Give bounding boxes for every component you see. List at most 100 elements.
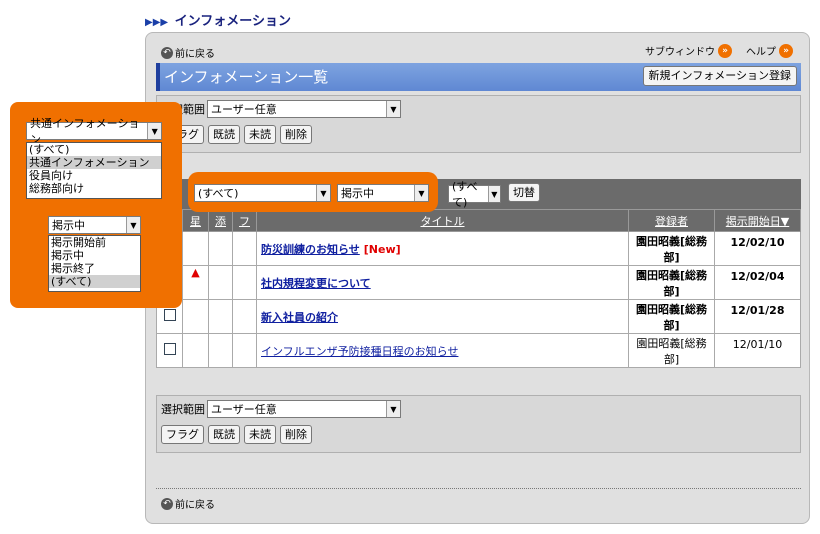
title-cell: 社内規程変更について <box>256 265 629 300</box>
information-title-link[interactable]: インフルエンザ予防接種日程のお知らせ <box>261 345 458 358</box>
delete-button[interactable]: 削除 <box>280 125 312 144</box>
col-start-date[interactable]: 掲示開始日▼ <box>714 209 801 232</box>
row-checkbox[interactable] <box>163 309 176 321</box>
list-title: インフォメーション一覧 <box>164 68 329 86</box>
title-cell: 新入社員の紹介 <box>256 299 629 334</box>
attach-cell <box>208 299 233 334</box>
chevron-down-icon: ▼ <box>126 217 140 233</box>
row-checkbox-cell <box>156 333 183 368</box>
registrant-cell: 園田昭義[総務部] <box>628 333 715 368</box>
help-label: ヘルプ <box>746 47 776 58</box>
main-panel: ↶ 前に戻る サブウィンドウ» ヘルプ» インフォメーション一覧 新規インフォメ… <box>145 32 810 524</box>
registrant-cell: 園田昭義[総務部] <box>628 265 715 300</box>
col-title[interactable]: タイトル <box>256 209 629 232</box>
double-chevron-icon: » <box>779 43 793 58</box>
information-title-link[interactable]: 新入社員の紹介 <box>261 311 338 324</box>
back-arrow-icon: ↶ <box>161 497 173 510</box>
start-date-cell: 12/01/28 <box>714 299 801 334</box>
new-information-button[interactable]: 新規インフォメーション登録 <box>642 66 797 86</box>
filter-callout: (すべて) ▼ 掲示中 ▼ <box>188 172 438 212</box>
dropdown-option[interactable]: 掲示開始前 <box>49 236 140 249</box>
category-dropdown[interactable]: 共通インフォメーション ▼ <box>26 117 162 146</box>
table-row: 防災訓練のお知らせ [New] 園田昭義[総務部] 12/02/10 <box>156 231 801 266</box>
flag-cell <box>232 265 257 300</box>
flag-cell <box>232 333 257 368</box>
back-label: 前に戻る <box>175 49 215 60</box>
start-date-cell: 12/02/10 <box>714 231 801 266</box>
third-filter-select[interactable]: (すべて) ▼ <box>448 180 501 209</box>
star-cell[interactable] <box>182 299 209 334</box>
col-registrant[interactable]: 登録者 <box>628 209 715 232</box>
read-button[interactable]: 既読 <box>208 125 240 144</box>
action-box-bottom: 選択範囲 ユーザー任意 ▼ フラグ 既読 未読 削除 <box>156 395 801 453</box>
table-row: インフルエンザ予防接種日程のお知らせ 園田昭義[総務部] 12/01/10 <box>156 333 801 368</box>
chevron-down-icon: ▼ <box>316 185 330 201</box>
category-filter-select[interactable]: (すべて) ▼ <box>194 184 331 202</box>
information-table: 星 添 フ タイトル 登録者 掲示開始日▼ 防災訓練のお知らせ [New] 園田昭義… <box>156 209 801 368</box>
dropdown-option[interactable]: 共通インフォメーション <box>27 156 161 169</box>
status-filter-select[interactable]: 掲示中 ▼ <box>337 184 429 202</box>
star-cell[interactable] <box>182 333 209 368</box>
chevron-down-icon: ▼ <box>487 186 500 202</box>
registrant-cell: 園田昭義[総務部] <box>628 231 715 266</box>
attach-cell <box>208 265 233 300</box>
chevron-down-icon: ▼ <box>147 123 161 139</box>
attach-cell <box>208 333 233 368</box>
dropdown-option[interactable]: 掲示中 <box>49 249 140 262</box>
start-date-cell: 12/02/04 <box>714 265 801 300</box>
title-cell: インフルエンザ予防接種日程のお知らせ <box>256 333 629 368</box>
page-title: インフォメーション <box>174 14 291 29</box>
unread-button[interactable]: 未読 <box>244 425 276 444</box>
page-header: ▶▶▶ インフォメーション <box>145 10 291 29</box>
status-options-list: 掲示開始前 掲示中 掲示終了 (すべて) <box>48 235 141 292</box>
range-label: 選択範囲 <box>161 403 205 416</box>
chevron-down-icon: ▼ <box>414 185 428 201</box>
row-checkbox[interactable] <box>163 343 176 355</box>
col-star[interactable]: 星 <box>182 209 209 232</box>
status-filter-value: 掲示中 <box>341 187 374 200</box>
delete-button[interactable]: 削除 <box>280 425 312 444</box>
col-attach[interactable]: 添 <box>208 209 233 232</box>
table-row: ▲ 社内規程変更について 園田昭義[総務部] 12/02/04 <box>156 265 801 300</box>
information-title-link[interactable]: 社内規程変更について <box>261 277 371 290</box>
dropdown-option[interactable]: (すべて) <box>27 143 161 156</box>
range-select-bottom[interactable]: ユーザー任意 ▼ <box>207 400 401 418</box>
range-value: ユーザー任意 <box>211 403 277 416</box>
col-flag[interactable]: フ <box>232 209 257 232</box>
start-date-cell: 12/01/10 <box>714 333 801 368</box>
subwindow-link[interactable]: サブウィンドウ» <box>645 43 732 58</box>
action-box-top: 選択範囲 ユーザー任意 ▼ フラグ 既読 未読 削除 <box>156 95 801 153</box>
flag-cell <box>232 231 257 266</box>
triple-arrow-icon: ▶▶▶ <box>145 17 169 28</box>
double-chevron-icon: » <box>718 43 732 58</box>
new-badge: [New] <box>363 242 401 256</box>
dropdown-option[interactable]: 総務部向け <box>27 182 161 195</box>
information-title-link[interactable]: 防災訓練のお知らせ <box>261 243 360 256</box>
switch-button[interactable]: 切替 <box>508 183 540 202</box>
read-button[interactable]: 既読 <box>208 425 240 444</box>
range-value: ユーザー任意 <box>211 103 277 116</box>
top-links: サブウィンドウ» ヘルプ» <box>645 43 793 58</box>
flag-button[interactable]: フラグ <box>161 425 204 444</box>
star-cell[interactable] <box>182 231 209 266</box>
dropdown-option[interactable]: 掲示終了 <box>49 262 140 275</box>
help-link[interactable]: ヘルプ» <box>746 43 793 58</box>
category-options-list: (すべて) 共通インフォメーション 役員向け 総務部向け <box>26 142 162 199</box>
attach-cell <box>208 231 233 266</box>
dropdown-option[interactable]: (すべて) <box>49 275 140 288</box>
category-filter-value: (すべて) <box>198 187 239 200</box>
unread-button[interactable]: 未読 <box>244 125 276 144</box>
status-dropdown[interactable]: 掲示中 ▼ <box>48 216 141 234</box>
subwindow-label: サブウィンドウ <box>645 47 715 58</box>
star-cell[interactable]: ▲ <box>182 265 209 300</box>
registrant-cell: 園田昭義[総務部] <box>628 299 715 334</box>
back-link-top[interactable]: ↶ 前に戻る <box>161 45 215 60</box>
back-arrow-icon: ↶ <box>161 46 173 59</box>
back-link-bottom[interactable]: ↶ 前に戻る <box>161 496 215 511</box>
list-title-bar: インフォメーション一覧 新規インフォメーション登録 <box>156 63 801 91</box>
range-select-top[interactable]: ユーザー任意 ▼ <box>207 100 401 118</box>
chevron-down-icon: ▼ <box>386 101 400 117</box>
divider <box>156 488 801 489</box>
status-dropdown-value: 掲示中 <box>52 219 85 232</box>
dropdown-option[interactable]: 役員向け <box>27 169 161 182</box>
